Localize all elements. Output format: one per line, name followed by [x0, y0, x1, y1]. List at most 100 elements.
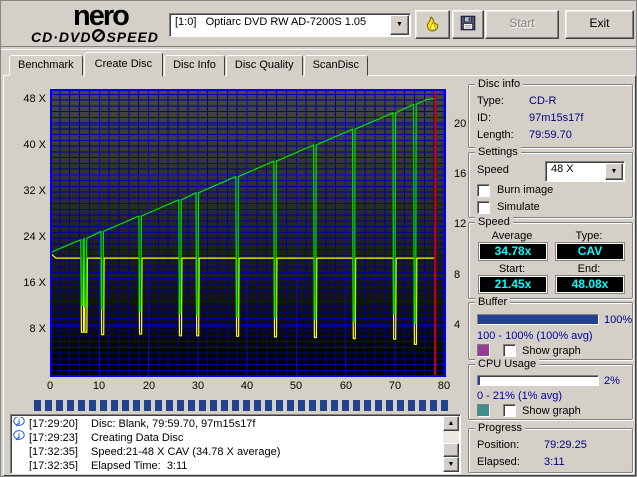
x-axis-tick: 50: [289, 380, 303, 392]
x-axis-tick: 20: [142, 380, 156, 392]
left-axis-tick: 16 X: [23, 277, 46, 289]
progress-legend: Progress: [475, 422, 526, 435]
start-button[interactable]: Start: [485, 10, 559, 39]
simulate-checkbox[interactable]: [477, 201, 490, 214]
progress-segment: [89, 400, 96, 411]
progress-segment: [254, 400, 261, 411]
disc-type-value: CD-R: [529, 95, 557, 107]
progress-segment: [221, 400, 228, 411]
log-entry[interactable]: i [17:29:23] Creating Data Disc: [13, 430, 442, 445]
buffer-legend: Buffer: [475, 296, 511, 309]
simulate-label: Simulate: [497, 201, 540, 213]
settings-group: Settings Speed 48 X ▼ Burn image Simulat…: [468, 146, 633, 218]
progress-segment: [430, 400, 437, 411]
log-entry[interactable]: [17:32:35] Speed:21-48 X CAV (34.78 X ave…: [13, 445, 442, 459]
log-listbox[interactable]: i [17:29:20] Disc: Blank, 79:59.70, 97m15s…: [10, 414, 461, 474]
average-label: Average: [491, 230, 533, 242]
scrollbar-thumb[interactable]: [443, 443, 459, 457]
disc-info-group: Disc info Type: CD-R ID: 97m15s17f Lengt…: [468, 78, 633, 148]
tab-disc-quality[interactable]: Disc Quality: [225, 55, 303, 76]
buffer-percent: 100%: [604, 314, 633, 326]
progress-segment: [177, 400, 184, 411]
left-axis-tick: 8 X: [29, 323, 46, 335]
progress-segment: [155, 400, 162, 411]
tab-create-disc[interactable]: Create Disc: [83, 52, 164, 77]
elapsed-label: Elapsed:: [477, 456, 520, 468]
progress-segment: [276, 400, 283, 411]
save-disk-icon: [459, 15, 477, 35]
end-speed-display: 48.08x: [555, 275, 625, 294]
scroll-up-button[interactable]: ▲: [443, 416, 459, 431]
log-message: Elapsed Time: 3:11: [91, 459, 188, 472]
x-axis-tick: 30: [191, 380, 205, 392]
progress-segment: [232, 400, 239, 411]
disc-length-label: Length:: [477, 129, 514, 141]
speed-select[interactable]: 48 X ▼: [545, 161, 625, 182]
progress-segment: [133, 400, 140, 411]
save-button[interactable]: [452, 10, 484, 39]
progress-group: Progress Position: 79:29.25 Elapsed: 3:1…: [468, 422, 633, 473]
x-axis-tick: 70: [388, 380, 402, 392]
buffer-show-graph-label: Show graph: [522, 345, 581, 357]
progress-segment: [210, 400, 217, 411]
disc-icon: [92, 28, 106, 44]
burn-settings-icon: [422, 16, 444, 37]
log-timestamp: [17:29:20]: [29, 417, 78, 430]
progress-segment: [397, 400, 404, 411]
exit-button[interactable]: Exit: [565, 10, 634, 39]
progress-segment: [342, 400, 349, 411]
tab-strip: Benchmark Create Disc Disc Info Disc Qualit…: [9, 52, 369, 77]
left-axis-tick: 32 X: [23, 185, 46, 197]
disc-id-label: ID:: [477, 112, 492, 124]
buffer-show-graph-checkbox[interactable]: [503, 344, 516, 357]
progress-segment: [166, 400, 173, 411]
svg-text:i: i: [18, 431, 20, 440]
scroll-down-icon: ▼: [447, 461, 455, 468]
progress-segment: [122, 400, 129, 411]
disc-info-legend: Disc info: [475, 78, 524, 91]
buffer-range: 100 - 100% (100% avg): [477, 330, 593, 342]
log-scrollbar[interactable]: ▲ ▼: [443, 416, 459, 472]
cpu-usage-group: CPU Usage 2% 0 - 21% (1% avg) Show graph: [468, 358, 633, 420]
scroll-down-button[interactable]: ▼: [443, 457, 459, 472]
progress-segment: [419, 400, 426, 411]
log-entry[interactable]: i [17:29:20] Disc: Blank, 79:59.70, 97m15s…: [13, 417, 442, 431]
start-speed-display: 21.45x: [478, 275, 548, 294]
svg-text:i: i: [18, 417, 20, 426]
speed-select-value: 48 X: [551, 163, 574, 175]
burn-image-checkbox[interactable]: [477, 184, 490, 197]
progress-segment: [144, 400, 151, 411]
speed-label: Speed: [477, 164, 509, 176]
log-timestamp: [17:32:35]: [29, 459, 78, 472]
type-display: CAV: [555, 242, 625, 261]
x-axis-tick: 0: [46, 380, 54, 392]
x-axis-tick: 10: [92, 380, 106, 392]
log-entry[interactable]: [17:32:35] Elapsed Time: 3:11: [13, 459, 442, 472]
chevron-down-icon[interactable]: ▼: [390, 15, 409, 35]
progress-segment: [188, 400, 195, 411]
drive-select-value: [1:0] Optiarc DVD RW AD-7200S 1.05: [175, 16, 367, 28]
drive-select[interactable]: [1:0] Optiarc DVD RW AD-7200S 1.05 ▼: [169, 13, 411, 37]
cpu-usage-legend: CPU Usage: [475, 358, 540, 371]
progress-segment: [56, 400, 63, 411]
progress-segment: [364, 400, 371, 411]
progress-segment: [265, 400, 272, 411]
elapsed-value: 3:11: [544, 456, 565, 468]
position-value: 79:29.25: [544, 439, 587, 451]
progress-segment: [353, 400, 360, 411]
progress-segment: [287, 400, 294, 411]
chevron-down-icon[interactable]: ▼: [605, 163, 623, 180]
tab-disc-info[interactable]: Disc Info: [164, 55, 225, 76]
progress-segment: [298, 400, 305, 411]
cpu-show-graph-checkbox[interactable]: [503, 404, 516, 417]
scroll-up-icon: ▲: [447, 420, 455, 427]
left-axis-tick: 48 X: [23, 93, 46, 105]
burn-settings-button[interactable]: [415, 10, 450, 39]
tab-benchmark[interactable]: Benchmark: [9, 55, 83, 76]
x-axis-tick: 40: [240, 380, 254, 392]
speed-group: Speed Average Type: 34.78x CAV Start: En…: [468, 216, 633, 299]
progress-segment: [100, 400, 107, 411]
position-label: Position:: [477, 439, 520, 451]
tab-scandisc[interactable]: ScanDisc: [303, 55, 369, 76]
buffer-series-swatch: [477, 344, 490, 357]
